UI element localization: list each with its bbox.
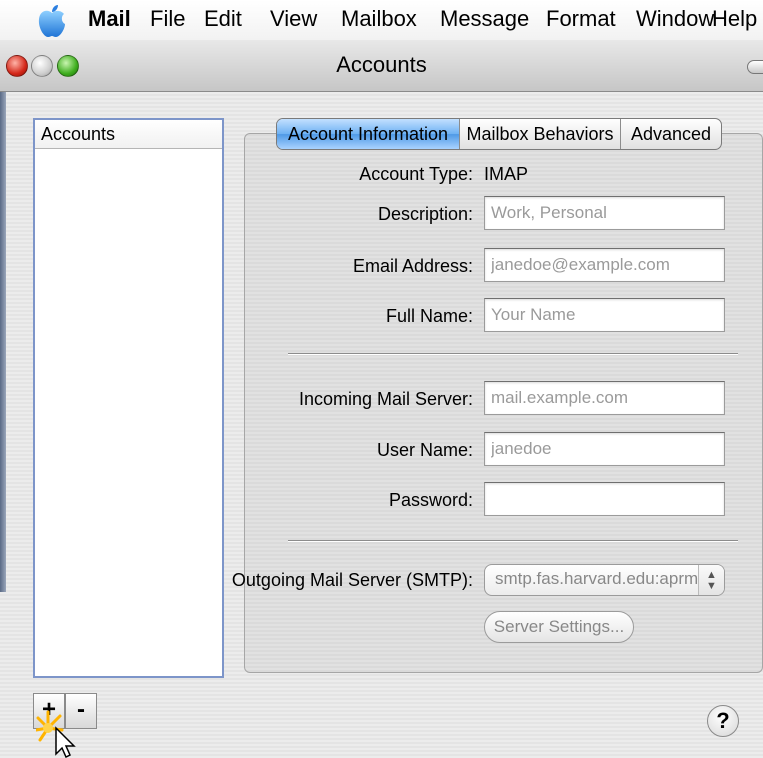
password-label: Password: — [388, 490, 473, 510]
toolbar-toggle-button[interactable] — [747, 60, 763, 74]
apple-menu-icon[interactable] — [34, 4, 70, 38]
menu-help[interactable]: Help — [712, 6, 757, 32]
window-title-bar[interactable]: Accounts — [0, 40, 763, 92]
full-name-field[interactable] — [484, 298, 725, 332]
incoming-mail-server-label: Incoming Mail Server: — [298, 389, 473, 409]
menu-message[interactable]: Message — [440, 6, 529, 32]
server-settings-button[interactable]: Server Settings... — [484, 611, 634, 643]
separator-2 — [288, 540, 738, 542]
help-button[interactable]: ? — [707, 705, 739, 737]
accounts-list[interactable]: Accounts — [33, 118, 224, 678]
background-window-edge — [0, 92, 6, 592]
tab-account-information[interactable]: Account Information — [277, 119, 460, 149]
outgoing-mail-server-popup[interactable]: smtp.fas.harvard.edu:aprm ▲ ▼ — [484, 564, 725, 596]
add-account-button[interactable]: + — [33, 693, 65, 729]
outgoing-mail-server-value: smtp.fas.harvard.edu:aprm — [495, 569, 699, 588]
menu-file[interactable]: File — [150, 6, 185, 32]
menu-bar: Mail File Edit View Mailbox Message Form… — [0, 0, 763, 40]
email-address-field[interactable] — [484, 248, 725, 282]
outgoing-mail-server-label: Outgoing Mail Server (SMTP): — [231, 570, 473, 590]
accounts-list-header: Accounts — [35, 120, 222, 149]
tab-advanced[interactable]: Advanced — [621, 119, 721, 149]
menu-mail[interactable]: Mail — [88, 6, 131, 32]
popup-arrows-icon: ▲ ▼ — [698, 565, 724, 595]
menu-window[interactable]: Window — [636, 6, 714, 32]
remove-account-button[interactable]: - — [65, 693, 97, 729]
menu-edit[interactable]: Edit — [204, 6, 242, 32]
account-type-value: IMAP — [484, 164, 529, 184]
full-name-label: Full Name: — [385, 306, 473, 326]
description-field[interactable] — [484, 196, 725, 230]
tab-bar: Account Information Mailbox Behaviors Ad… — [276, 118, 722, 150]
user-name-label: User Name: — [376, 440, 473, 460]
menu-mailbox[interactable]: Mailbox — [341, 6, 417, 32]
tab-mailbox-behaviors[interactable]: Mailbox Behaviors — [460, 119, 621, 149]
menu-format[interactable]: Format — [546, 6, 616, 32]
email-address-label: Email Address: — [352, 256, 473, 276]
menu-view[interactable]: View — [270, 6, 317, 32]
user-name-field[interactable] — [484, 432, 725, 466]
description-label: Description: — [377, 204, 473, 224]
incoming-mail-server-field[interactable] — [484, 381, 725, 415]
window-title: Accounts — [336, 52, 427, 77]
password-field[interactable] — [484, 482, 725, 516]
account-type-label: Account Type: — [359, 164, 473, 184]
separator-1 — [288, 353, 738, 355]
